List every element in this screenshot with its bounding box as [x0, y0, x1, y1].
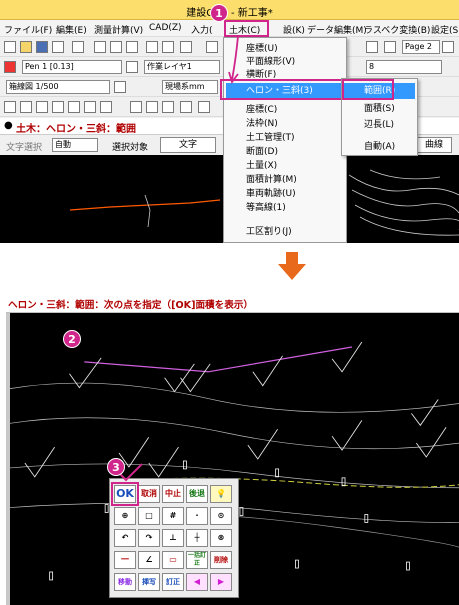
- delete-button[interactable]: 削除: [210, 551, 232, 569]
- command-prompt: ヘロン・三斜：範囲：次の点を指定（[OK]面積を表示）: [8, 300, 254, 311]
- redo-icon[interactable]: ↷: [138, 529, 160, 547]
- step-badge-2: 2: [63, 330, 81, 348]
- annotation-arrows: [228, 35, 239, 84]
- undo-icon[interactable]: ↶: [114, 529, 136, 547]
- zoom-in-icon[interactable]: ⊕: [114, 507, 136, 525]
- frame-icon[interactable]: ▭: [162, 551, 184, 569]
- point-icon[interactable]: ·: [186, 507, 208, 525]
- cancel-button[interactable]: 取消: [138, 485, 160, 503]
- fix-button[interactable]: 訂正: [162, 573, 184, 591]
- transition-arrow: [278, 252, 306, 280]
- window-icon[interactable]: □: [138, 507, 160, 525]
- step-badge-3: 3: [107, 458, 125, 476]
- batch-fix-button[interactable]: 一括訂正: [186, 551, 208, 569]
- move-button[interactable]: 移動: [114, 573, 136, 591]
- top-screenshot: 建設CAD - 新工事* ファイル(F) 編集(E) 測量計算(V) CAD(Z…: [0, 0, 459, 243]
- exclude-icon[interactable]: ⊗: [210, 529, 232, 547]
- grid-icon[interactable]: #: [162, 507, 184, 525]
- next-button[interactable]: ▶: [210, 573, 232, 591]
- ok-highlight: [111, 482, 139, 506]
- insert-copy-button[interactable]: 挿写: [138, 573, 160, 591]
- prev-button[interactable]: ◀: [186, 573, 208, 591]
- back-button[interactable]: 後退: [186, 485, 208, 503]
- hint-icon[interactable]: 💡: [210, 485, 232, 503]
- line-icon[interactable]: 一: [114, 551, 136, 569]
- center-icon[interactable]: ⊙: [210, 507, 232, 525]
- perpendicular-icon[interactable]: ⊥: [162, 529, 184, 547]
- step-badge-1: 1: [210, 4, 228, 22]
- angle-icon[interactable]: ∠: [138, 551, 160, 569]
- abort-button[interactable]: 中止: [162, 485, 184, 503]
- intersection-icon[interactable]: ┼: [186, 529, 208, 547]
- command-prompt-bar: ヘロン・三斜：範囲：次の点を指定（[OK]面積を表示）: [6, 293, 459, 313]
